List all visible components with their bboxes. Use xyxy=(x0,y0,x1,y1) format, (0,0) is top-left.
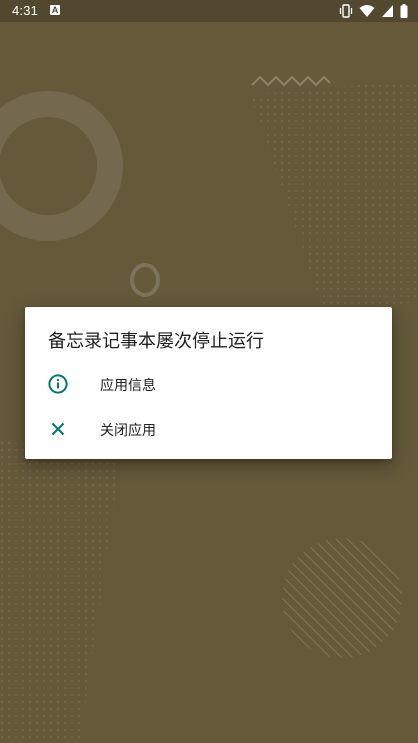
small-ring-decoration xyxy=(130,263,160,297)
info-icon xyxy=(48,374,68,394)
signal-icon xyxy=(382,5,393,17)
app-stopped-dialog: 备忘录记事本屡次停止运行 应用信息 关闭应用 xyxy=(25,307,392,459)
dot-pattern-bottom-left xyxy=(0,440,120,743)
status-time: 4:31 xyxy=(12,3,39,18)
app-info-label: 应用信息 xyxy=(100,378,156,394)
ring-decoration xyxy=(0,91,123,241)
a-badge-icon: A xyxy=(50,5,60,15)
dot-pattern-top xyxy=(250,80,418,330)
wifi-icon xyxy=(359,5,375,17)
battery-icon xyxy=(400,4,408,18)
close-app-option[interactable]: 关闭应用 xyxy=(25,407,392,451)
app-info-option[interactable]: 应用信息 xyxy=(25,362,392,406)
close-icon xyxy=(51,422,65,436)
status-icons xyxy=(339,4,408,18)
status-bar: 4:31 A xyxy=(0,0,418,22)
dialog-title: 备忘录记事本屡次停止运行 xyxy=(48,331,264,352)
zigzag-decoration xyxy=(251,75,331,87)
vibrate-icon xyxy=(339,4,353,18)
striped-circle-decoration xyxy=(282,538,402,658)
close-app-label: 关闭应用 xyxy=(100,423,156,439)
